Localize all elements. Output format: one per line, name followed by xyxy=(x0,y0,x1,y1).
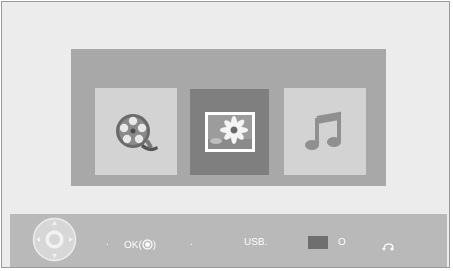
hint-separator: . xyxy=(106,237,109,248)
photo-flower-icon xyxy=(204,111,256,153)
photo-tile[interactable] xyxy=(190,89,269,175)
ok-circle-icon xyxy=(142,237,153,255)
return-icon xyxy=(382,238,394,256)
dpad-icon xyxy=(32,217,77,262)
hint-separator: . xyxy=(190,237,193,248)
usb-label: USB. xyxy=(244,237,268,248)
ok-hint: OK( ) xyxy=(124,237,156,255)
ok-label-close: ) xyxy=(152,240,157,251)
music-note-icon xyxy=(303,110,347,154)
ok-label: OK( xyxy=(124,240,142,251)
film-reel-icon xyxy=(113,110,159,154)
video-tile[interactable] xyxy=(95,88,177,175)
media-player-screen: . OK( ) . USB. O xyxy=(1,1,450,268)
input-label: O xyxy=(338,237,346,248)
media-menu-panel xyxy=(71,49,386,186)
input-source-icon xyxy=(308,236,328,249)
hint-bar: . OK( ) . USB. O xyxy=(10,214,447,267)
music-tile[interactable] xyxy=(284,88,366,175)
